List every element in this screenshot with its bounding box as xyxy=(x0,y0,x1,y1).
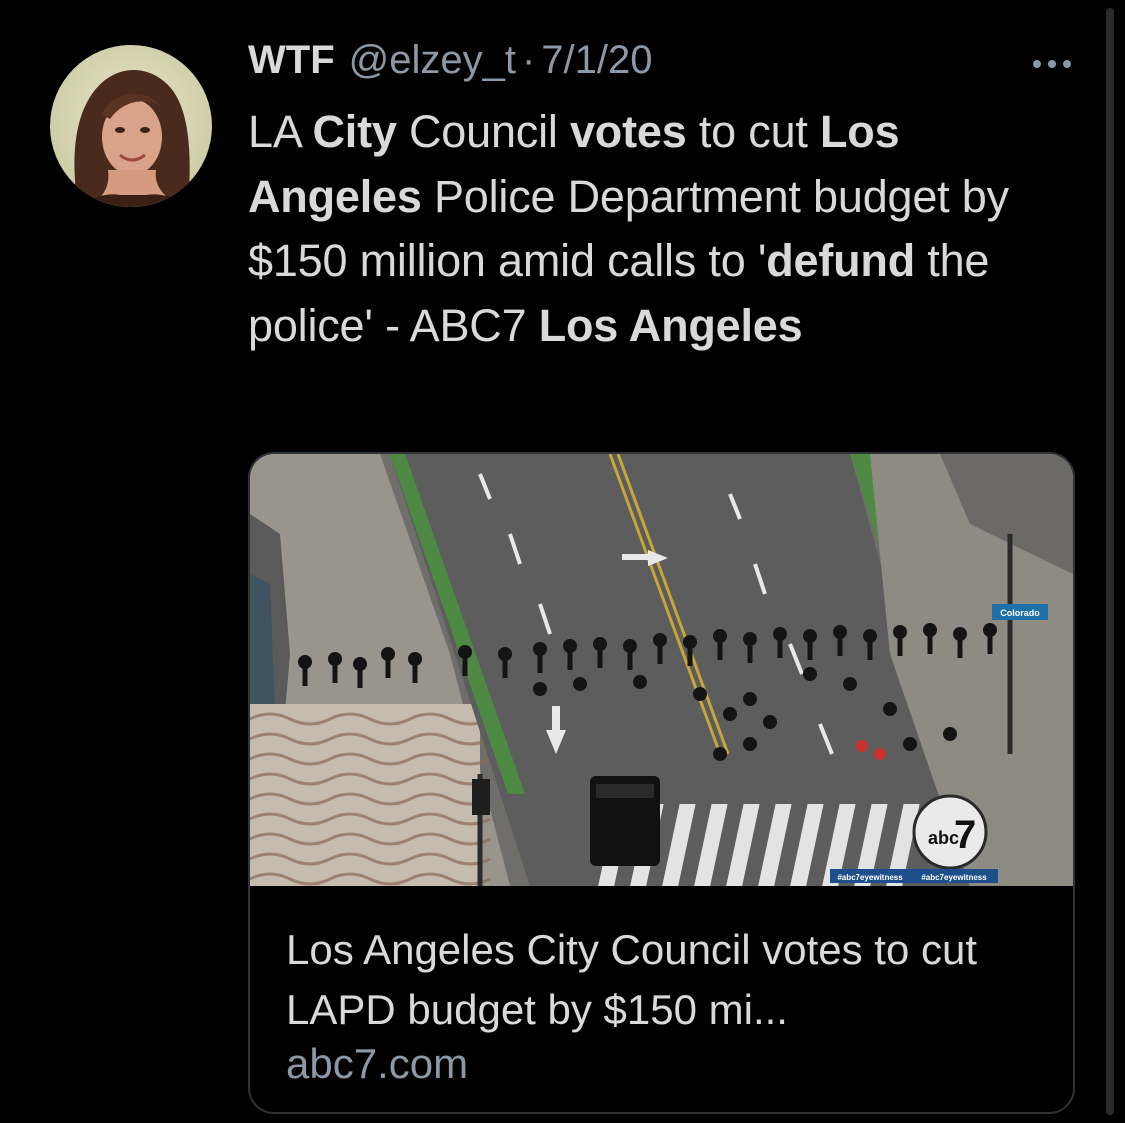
more-options-icon[interactable] xyxy=(1028,52,1076,76)
aerial-police-photo: Colorado abc 7 #abc7eyewitness #abc7eyew… xyxy=(250,454,1073,886)
logo-number: 7 xyxy=(954,813,976,857)
card-title[interactable]: Los Angeles City Council votes to cut LA… xyxy=(286,920,1046,1040)
scrollbar[interactable] xyxy=(1106,8,1114,1115)
tweet-text: LA City Council votes to cut Los Angeles… xyxy=(248,100,1078,358)
highlighted-keyword: City xyxy=(312,106,397,157)
card-image[interactable]: Colorado abc 7 #abc7eyewitness #abc7eyew… xyxy=(250,454,1073,886)
user-handle[interactable]: @elzey_t xyxy=(349,38,516,83)
street-sign-label: Colorado xyxy=(1000,608,1040,618)
watermark-2: #abc7eyewitness xyxy=(921,873,987,882)
tweet[interactable]: WTF @elzey_t · 7/1/20 LA City Council vo… xyxy=(0,0,1125,1123)
separator-dot: · xyxy=(521,38,536,82)
tweet-text-segment: LA xyxy=(248,106,313,157)
card-domain[interactable]: abc7.com xyxy=(286,1040,468,1088)
avatar[interactable] xyxy=(50,45,212,207)
avatar-image xyxy=(50,45,212,207)
tweet-text-segment: to cut xyxy=(686,106,820,157)
tweet-date[interactable]: 7/1/20 xyxy=(541,38,652,83)
tweet-header: WTF @elzey_t · 7/1/20 xyxy=(248,38,653,90)
link-card[interactable]: Colorado abc 7 #abc7eyewitness #abc7eyew… xyxy=(248,452,1075,1114)
highlighted-keyword: defund xyxy=(766,235,915,286)
highlighted-keyword: Los Angeles xyxy=(538,299,803,351)
display-name[interactable]: WTF xyxy=(248,38,335,83)
highlighted-keyword: votes xyxy=(569,106,687,157)
scrollbar-thumb[interactable] xyxy=(1106,8,1114,1115)
watermark-1: #abc7eyewitness xyxy=(837,873,903,882)
tweet-text-segment: Council xyxy=(396,106,570,157)
